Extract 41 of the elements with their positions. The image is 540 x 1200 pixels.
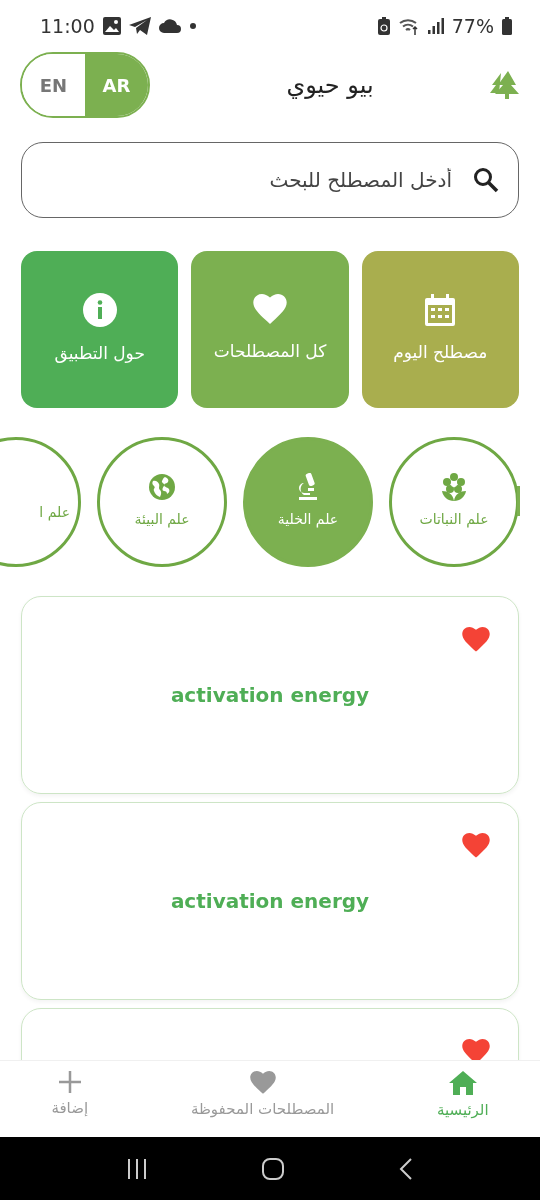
battery-text: 77% xyxy=(451,13,494,39)
favorite-icon[interactable] xyxy=(462,1039,490,1060)
category-chip[interactable]: علم النباتات xyxy=(389,436,519,567)
plus-icon xyxy=(58,1071,81,1093)
dot-icon xyxy=(188,22,197,30)
image-icon xyxy=(102,17,121,35)
category-chip[interactable]: علم ا xyxy=(0,436,81,567)
trees-icon xyxy=(490,71,520,99)
term-card[interactable]: activation energy xyxy=(21,802,519,1000)
home-icon xyxy=(448,1071,477,1095)
heart-icon xyxy=(249,1071,276,1095)
app-title: بيو حيوي xyxy=(285,70,375,101)
category-chip[interactable]: علم الخلية xyxy=(243,436,373,567)
term-text: activation energy xyxy=(170,682,370,709)
globe-icon xyxy=(148,473,176,501)
calendar-icon xyxy=(425,293,456,326)
menu-tile[interactable]: كل المصطلحات xyxy=(191,251,349,408)
recent-apps-icon[interactable] xyxy=(127,1158,148,1179)
term-card[interactable]: activation energy xyxy=(21,596,519,794)
heart-icon xyxy=(253,294,287,326)
flower-icon xyxy=(441,473,467,501)
battery-icon xyxy=(502,17,512,35)
back-icon[interactable] xyxy=(398,1157,413,1180)
nav-tab[interactable]: المصطلحات المحفوظة xyxy=(139,1061,386,1137)
term-text: activation energy xyxy=(170,888,370,915)
menu-tile[interactable]: مصطلح اليوم xyxy=(361,251,519,408)
nav-tab[interactable]: إضافة xyxy=(0,1061,140,1137)
info-icon xyxy=(82,292,117,327)
status-time: 11:00 xyxy=(40,13,95,39)
cloud-icon xyxy=(158,19,181,33)
language-toggle[interactable]: AR xyxy=(85,54,148,116)
nav-tab[interactable]: الرئيسية xyxy=(385,1061,540,1137)
wifi-icon xyxy=(397,17,420,35)
favorite-icon[interactable] xyxy=(462,833,490,859)
search-icon xyxy=(473,167,499,193)
microscope-icon xyxy=(297,473,319,501)
category-chip[interactable]: علم البيئة xyxy=(97,436,227,567)
home-button-icon[interactable] xyxy=(262,1157,284,1180)
favorite-icon[interactable] xyxy=(462,627,490,653)
signal-icon xyxy=(427,18,444,34)
menu-tile[interactable]: حول التطبيق xyxy=(21,251,179,408)
